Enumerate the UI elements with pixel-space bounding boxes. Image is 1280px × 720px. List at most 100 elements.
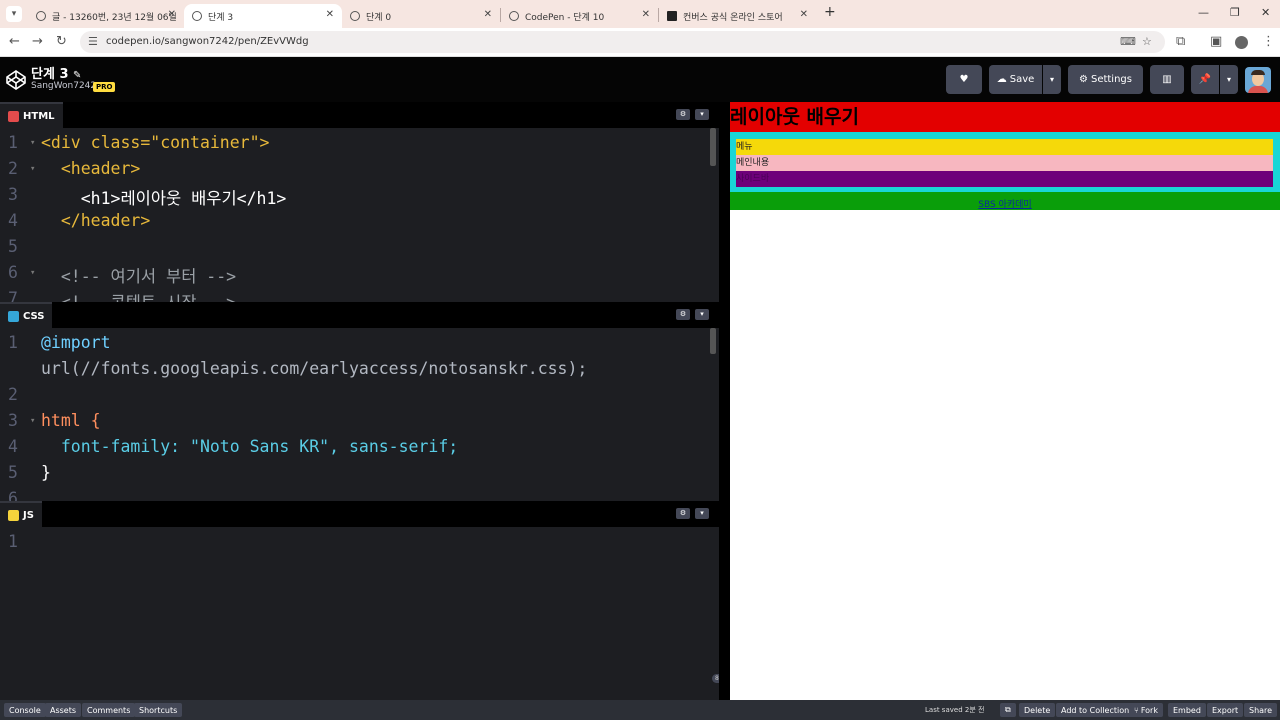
line-number: 5 xyxy=(8,237,18,256)
fork-button[interactable]: ⑂ Fork xyxy=(1129,703,1163,717)
close-window-icon[interactable]: ✕ xyxy=(1261,6,1270,19)
html-scrollbar[interactable] xyxy=(710,128,716,166)
comments-button[interactable]: Comments xyxy=(82,703,136,717)
embed-button[interactable]: Embed xyxy=(1168,703,1206,717)
css-settings-icon[interactable]: ⚙ xyxy=(676,309,690,320)
site-info-icon[interactable]: ☰ xyxy=(88,35,98,48)
export-button[interactable]: Export xyxy=(1207,703,1244,717)
css-editor-tab[interactable]: CSS xyxy=(0,302,53,328)
reload-icon[interactable]: ↻ xyxy=(56,34,67,49)
forward-icon[interactable]: → xyxy=(32,34,43,49)
html-icon xyxy=(8,110,19,122)
code-line: } xyxy=(41,463,51,482)
footer-link[interactable]: SBS 아카데미 xyxy=(978,200,1031,210)
tab-label: 글 - 13260번, 23년 12월 06일 xyxy=(52,12,177,23)
browser-tab-2[interactable]: 단계 3 ✕ xyxy=(184,4,342,28)
line-number: 4 xyxy=(8,437,18,456)
cloud-icon: ☁ xyxy=(996,74,1007,85)
tab-list-icon[interactable]: ▾ xyxy=(6,6,22,22)
address-bar[interactable]: ☰ codepen.io/sangwon7242/pen/ZEvVWdg ⌨ ☆ xyxy=(80,31,1165,53)
browser-tab-5[interactable]: 컨버스 공식 온라인 스토어 ✕ xyxy=(659,4,816,28)
share-button[interactable]: Share xyxy=(1244,703,1278,717)
fork-label: Fork xyxy=(1140,705,1158,715)
close-tab-icon[interactable]: ✕ xyxy=(326,9,334,20)
extensions-icon[interactable]: ⧉ xyxy=(1176,34,1185,49)
preview-resize-bar[interactable] xyxy=(719,102,730,700)
code-line: <div class="container"> xyxy=(41,133,270,152)
js-code-area[interactable]: 1 xyxy=(0,527,719,700)
code-line: html { xyxy=(41,411,101,430)
close-tab-icon[interactable]: ✕ xyxy=(800,9,808,20)
fold-arrow-icon[interactable]: ▾ xyxy=(30,138,35,148)
shortcuts-button[interactable]: Shortcuts xyxy=(134,703,183,717)
translate-icon[interactable]: ⌨ xyxy=(1120,35,1136,48)
js-editor-tab[interactable]: JS xyxy=(0,501,42,527)
menu-icon[interactable]: ⋮ xyxy=(1262,34,1275,49)
fold-arrow-icon[interactable]: ▾ xyxy=(30,164,35,174)
css-editor: CSS ⚙ ▾ 1 2 3 4 5 6 ▾ @import url(//font… xyxy=(0,302,719,501)
bottom-bar: Console Assets Comments Shortcuts Last s… xyxy=(0,700,1280,720)
pen-title[interactable]: 단계 3 ✎ xyxy=(31,63,81,82)
code-line: <header> xyxy=(41,159,141,178)
address-toolbar: ← → ↻ ☰ codepen.io/sangwon7242/pen/ZEvVW… xyxy=(0,28,1280,57)
open-external-button[interactable]: ⧉ xyxy=(1000,703,1016,717)
js-editor: JS ⚙ ▾ 1 825px xyxy=(0,501,737,700)
side-panel-icon[interactable]: ▣ xyxy=(1210,34,1222,49)
css-collapse-icon[interactable]: ▾ xyxy=(695,309,709,320)
css-scrollbar[interactable] xyxy=(710,328,716,354)
html-editor-tab[interactable]: HTML xyxy=(0,102,63,128)
line-number: 3 xyxy=(8,411,18,430)
change-view-button[interactable]: ▥ xyxy=(1150,65,1184,94)
add-to-collection-button[interactable]: Add to Collection xyxy=(1056,703,1135,717)
html-settings-icon[interactable]: ⚙ xyxy=(676,109,690,120)
last-saved-text: Last saved 2분 전 xyxy=(925,706,985,714)
restore-icon[interactable]: ❐ xyxy=(1230,6,1240,19)
browser-tab-4[interactable]: CodePen - 단계 10 ✕ xyxy=(501,4,658,28)
code-line: @import xyxy=(41,333,111,352)
tab-label: 단계 0 xyxy=(366,12,392,23)
line-number: 1 xyxy=(8,133,18,152)
console-button[interactable]: Console xyxy=(4,703,46,717)
assets-button[interactable]: Assets xyxy=(45,703,82,717)
codepen-header: 단계 3 ✎ SangWon7242 PRO ♥ ☁ Save ▾ ⚙ Settin… xyxy=(0,57,1280,102)
css-icon xyxy=(8,310,19,322)
preview-footer: SBS 아카데미 xyxy=(730,192,1280,210)
back-icon[interactable]: ← xyxy=(9,34,20,49)
css-code-area[interactable]: 1 2 3 4 5 6 ▾ @import url(//fonts.google… xyxy=(0,328,719,501)
html-code-area[interactable]: 1 2 3 4 5 6 7 ▾ ▾ ▾ <div class="containe… xyxy=(0,128,719,302)
line-number: 2 xyxy=(8,385,18,404)
save-options-button[interactable]: ▾ xyxy=(1043,65,1061,94)
js-collapse-icon[interactable]: ▾ xyxy=(695,508,709,519)
delete-button[interactable]: Delete xyxy=(1019,703,1056,717)
save-button[interactable]: ☁ Save xyxy=(989,65,1042,94)
browser-tab-3[interactable]: 단계 0 ✕ xyxy=(342,4,500,28)
fold-arrow-icon[interactable]: ▾ xyxy=(30,416,35,426)
code-line: font-family: "Noto Sans KR", sans-serif; xyxy=(41,437,459,456)
html-collapse-icon[interactable]: ▾ xyxy=(695,109,709,120)
css-editor-bar: CSS ⚙ ▾ xyxy=(0,302,719,328)
close-tab-icon[interactable]: ✕ xyxy=(484,9,492,20)
new-tab-icon[interactable]: + xyxy=(824,4,836,20)
heart-button[interactable]: ♥ xyxy=(946,65,982,94)
minimize-icon[interactable]: — xyxy=(1198,6,1209,19)
codepen-favicon-icon xyxy=(192,11,202,21)
external-link-icon: ⧉ xyxy=(1005,705,1011,714)
pen-author[interactable]: SangWon7242 xyxy=(31,81,96,91)
pin-options-button[interactable]: ▾ xyxy=(1220,65,1238,94)
user-avatar[interactable] xyxy=(1245,67,1271,93)
code-line: </header> xyxy=(41,211,151,230)
close-tab-icon[interactable]: ✕ xyxy=(642,9,650,20)
close-tab-icon[interactable]: ✕ xyxy=(168,9,176,20)
codepen-logo-icon[interactable] xyxy=(6,70,26,90)
js-settings-icon[interactable]: ⚙ xyxy=(676,508,690,519)
result-preview: 레이아웃 배우기 메뉴 메인내용 사이드바 SBS 아카데미 xyxy=(730,102,1280,700)
edit-pencil-icon[interactable]: ✎ xyxy=(73,70,81,81)
settings-button[interactable]: ⚙ Settings xyxy=(1068,65,1143,94)
bookmark-star-icon[interactable]: ☆ xyxy=(1142,35,1152,48)
browser-tab-1[interactable]: 글 - 13260번, 23년 12월 06일 ✕ xyxy=(28,4,184,28)
preview-header: 레이아웃 배우기 xyxy=(730,102,1280,132)
code-line: <!-- 여기서 부터 --> xyxy=(41,267,237,286)
fold-arrow-icon[interactable]: ▾ xyxy=(30,268,35,278)
pin-button[interactable]: 📌 xyxy=(1191,65,1219,94)
profile-icon[interactable] xyxy=(1235,36,1248,49)
